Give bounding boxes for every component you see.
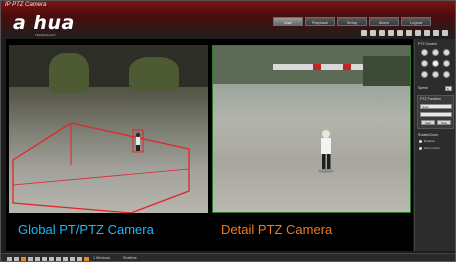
speed-select[interactable]: 5 xyxy=(445,86,452,91)
app-window: IP PTZ Camera a hua TECHNOLOGY Live Play… xyxy=(0,0,456,262)
video-area: Global PT/PTZ Camera Detail PTZ Camera xyxy=(6,39,413,251)
app-title: IP PTZ Camera xyxy=(5,2,47,8)
header: IP PTZ Camera a hua TECHNOLOGY Live Play… xyxy=(1,1,455,39)
zoom-focus-radio-label: Zoom focus xyxy=(424,146,440,150)
zoom-focus-radio[interactable] xyxy=(419,147,422,150)
audio-toggle-icon[interactable] xyxy=(49,257,54,261)
caption-detail-camera: Detail PTZ Camera xyxy=(221,222,333,237)
video-feed-global[interactable] xyxy=(9,45,208,213)
speed-label: Speed xyxy=(418,86,429,90)
snapshot-icon[interactable] xyxy=(361,30,367,36)
ptz-down-button[interactable] xyxy=(432,71,439,78)
ptz-down-right-button[interactable] xyxy=(443,71,450,78)
ptz-up-left-button[interactable] xyxy=(421,49,428,56)
ptz-function-number[interactable] xyxy=(420,112,452,117)
ptz-down-left-button[interactable] xyxy=(421,71,428,78)
ptz-function-title: PTZ Function xyxy=(420,97,442,101)
status-bar: 1 Windows Realtime xyxy=(1,253,455,261)
rotate-zoom-title: Rotate/Zoom xyxy=(418,133,439,137)
ptz-panel-title: PTZ Control xyxy=(418,42,437,46)
layout-16-icon[interactable] xyxy=(28,257,33,261)
window-count-text: 1 Windows xyxy=(93,256,111,260)
layout-9-icon[interactable] xyxy=(21,257,26,261)
view-toolbar xyxy=(361,30,448,36)
ptz-function-panel: PTZ Function Scan Start Stop xyxy=(417,95,454,129)
ptz-up-right-button[interactable] xyxy=(443,49,450,56)
start-button[interactable]: Start xyxy=(421,120,435,125)
layout-1-icon[interactable] xyxy=(7,257,12,261)
tab-live[interactable]: Live xyxy=(273,17,303,26)
layout-4-icon[interactable] xyxy=(14,257,19,261)
tab-setup[interactable]: Setup xyxy=(337,17,367,26)
alarm-icon[interactable] xyxy=(84,257,89,261)
audio-icon[interactable] xyxy=(379,30,385,36)
rotation-radio[interactable] xyxy=(419,140,422,143)
volume-icon[interactable] xyxy=(442,30,448,36)
ptz-function-select[interactable]: Scan xyxy=(420,104,452,109)
tab-logout[interactable]: Logout xyxy=(401,17,431,26)
ptz-right-button[interactable] xyxy=(443,60,450,67)
record-toggle-icon[interactable] xyxy=(56,257,61,261)
split-screen-icon[interactable] xyxy=(406,30,412,36)
main-tabs: Live Playback Setup Alarm Logout xyxy=(273,17,431,26)
brand-logo: a hua xyxy=(13,12,75,34)
ptz-function-value: Scan xyxy=(422,105,429,109)
ratio-icon[interactable] xyxy=(77,257,82,261)
brand-subtitle: TECHNOLOGY xyxy=(35,33,57,37)
fullscreen-icon[interactable] xyxy=(415,30,421,36)
talk-icon[interactable] xyxy=(388,30,394,36)
rotation-radio-label: Rotation xyxy=(424,139,436,143)
refresh-icon[interactable] xyxy=(433,30,439,36)
tab-alarm[interactable]: Alarm xyxy=(369,17,399,26)
stop-button[interactable]: Stop xyxy=(437,120,451,125)
fullscreen-toggle-icon[interactable] xyxy=(70,257,75,261)
caption-global-camera: Global PT/PTZ Camera xyxy=(18,222,154,237)
ptz-left-button[interactable] xyxy=(421,60,428,67)
ptz-center-button[interactable] xyxy=(432,60,439,67)
detail-scene xyxy=(213,46,410,173)
speed-value: 5 xyxy=(447,87,449,91)
record-icon[interactable] xyxy=(370,30,376,36)
zoom-icon[interactable] xyxy=(397,30,403,36)
video-feed-detail[interactable] xyxy=(212,45,411,213)
layout-custom-icon[interactable] xyxy=(35,257,40,261)
tab-playback[interactable]: Playback xyxy=(305,17,335,26)
ptz-up-button[interactable] xyxy=(432,49,439,56)
ptz-panel: PTZ Control Speed 5 PTZ Function Scan St… xyxy=(414,39,455,251)
snapshot-toggle-icon[interactable] xyxy=(63,257,68,261)
stream-icon[interactable] xyxy=(42,257,47,261)
stream-mode-text: Realtime xyxy=(123,256,137,260)
detection-zone xyxy=(12,122,190,213)
settings-icon[interactable] xyxy=(424,30,430,36)
